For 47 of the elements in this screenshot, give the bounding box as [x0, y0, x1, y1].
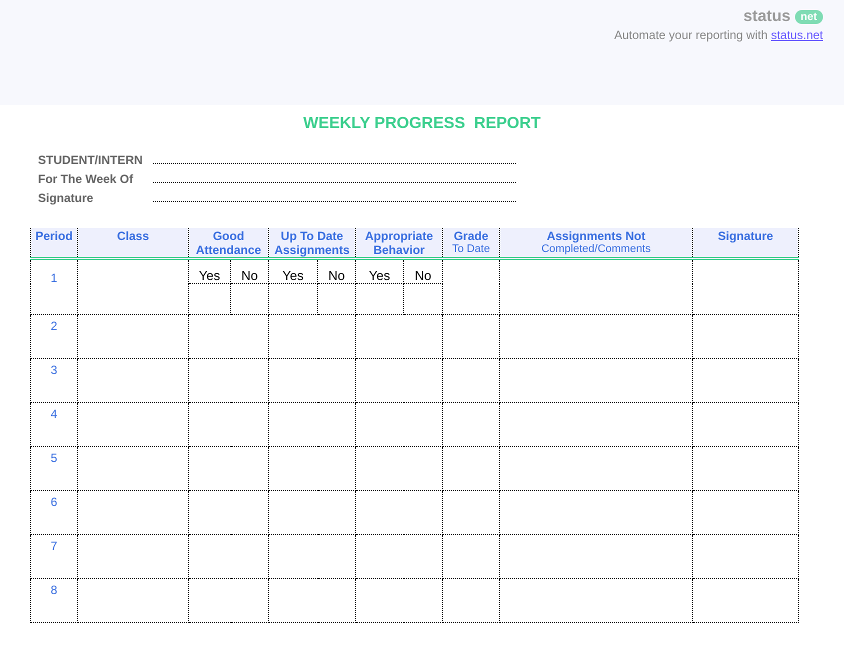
fill-in-line[interactable] — [153, 162, 516, 164]
option-label: Yes — [268, 258, 318, 284]
table-cell — [318, 284, 356, 314]
tagline: Automate your reporting with — [614, 28, 769, 42]
table-cell — [442, 402, 500, 446]
table-cell — [230, 284, 268, 314]
option-label: No — [230, 258, 268, 284]
brand-logo: status — [743, 8, 790, 26]
column-header: Class — [116, 229, 150, 243]
table-cell — [442, 490, 500, 534]
fill-in-line[interactable] — [153, 200, 516, 202]
period-number: 4 — [50, 407, 58, 421]
period-number: 7 — [50, 539, 58, 553]
period-number: 5 — [50, 451, 58, 465]
column-header: Grade — [452, 229, 490, 243]
status-link[interactable]: status.net — [770, 28, 823, 42]
column-header: Up To Date Assignments — [273, 229, 351, 257]
option-label: Yes — [188, 258, 230, 284]
table-cell — [442, 446, 500, 490]
option-label: No — [404, 258, 443, 284]
period-number: 1 — [50, 271, 58, 285]
table-cell — [442, 534, 500, 578]
field-label: Signature — [38, 191, 94, 205]
column-subheader: Completed/Comments — [540, 243, 652, 256]
table-cell — [268, 284, 318, 314]
table-cell — [442, 314, 500, 358]
column-header: Assignments Not — [546, 229, 646, 243]
period-number: 2 — [50, 319, 58, 333]
option-label: No — [318, 258, 356, 284]
period-number: 8 — [50, 583, 58, 597]
column-header: Appropriate Behavior — [364, 229, 434, 257]
period-number: 6 — [50, 495, 58, 509]
table-cell — [442, 358, 500, 402]
field-label: For The Week Of — [38, 172, 134, 186]
fill-in-line[interactable] — [153, 181, 516, 183]
table-cell — [188, 284, 230, 314]
brand-badge: net — [794, 10, 823, 24]
report-title: WEEKLY PROGRESS REPORT — [302, 115, 542, 133]
column-header: Signature — [716, 229, 774, 243]
column-subheader: To Date — [451, 243, 491, 256]
option-label: Yes — [356, 258, 404, 284]
field-label: STUDENT/INTERN — [38, 153, 144, 167]
column-header: Good Attendance — [194, 229, 262, 257]
table-cell — [356, 284, 404, 314]
table-cell — [442, 578, 500, 622]
period-number: 3 — [50, 363, 58, 377]
column-header: Period — [34, 229, 74, 243]
